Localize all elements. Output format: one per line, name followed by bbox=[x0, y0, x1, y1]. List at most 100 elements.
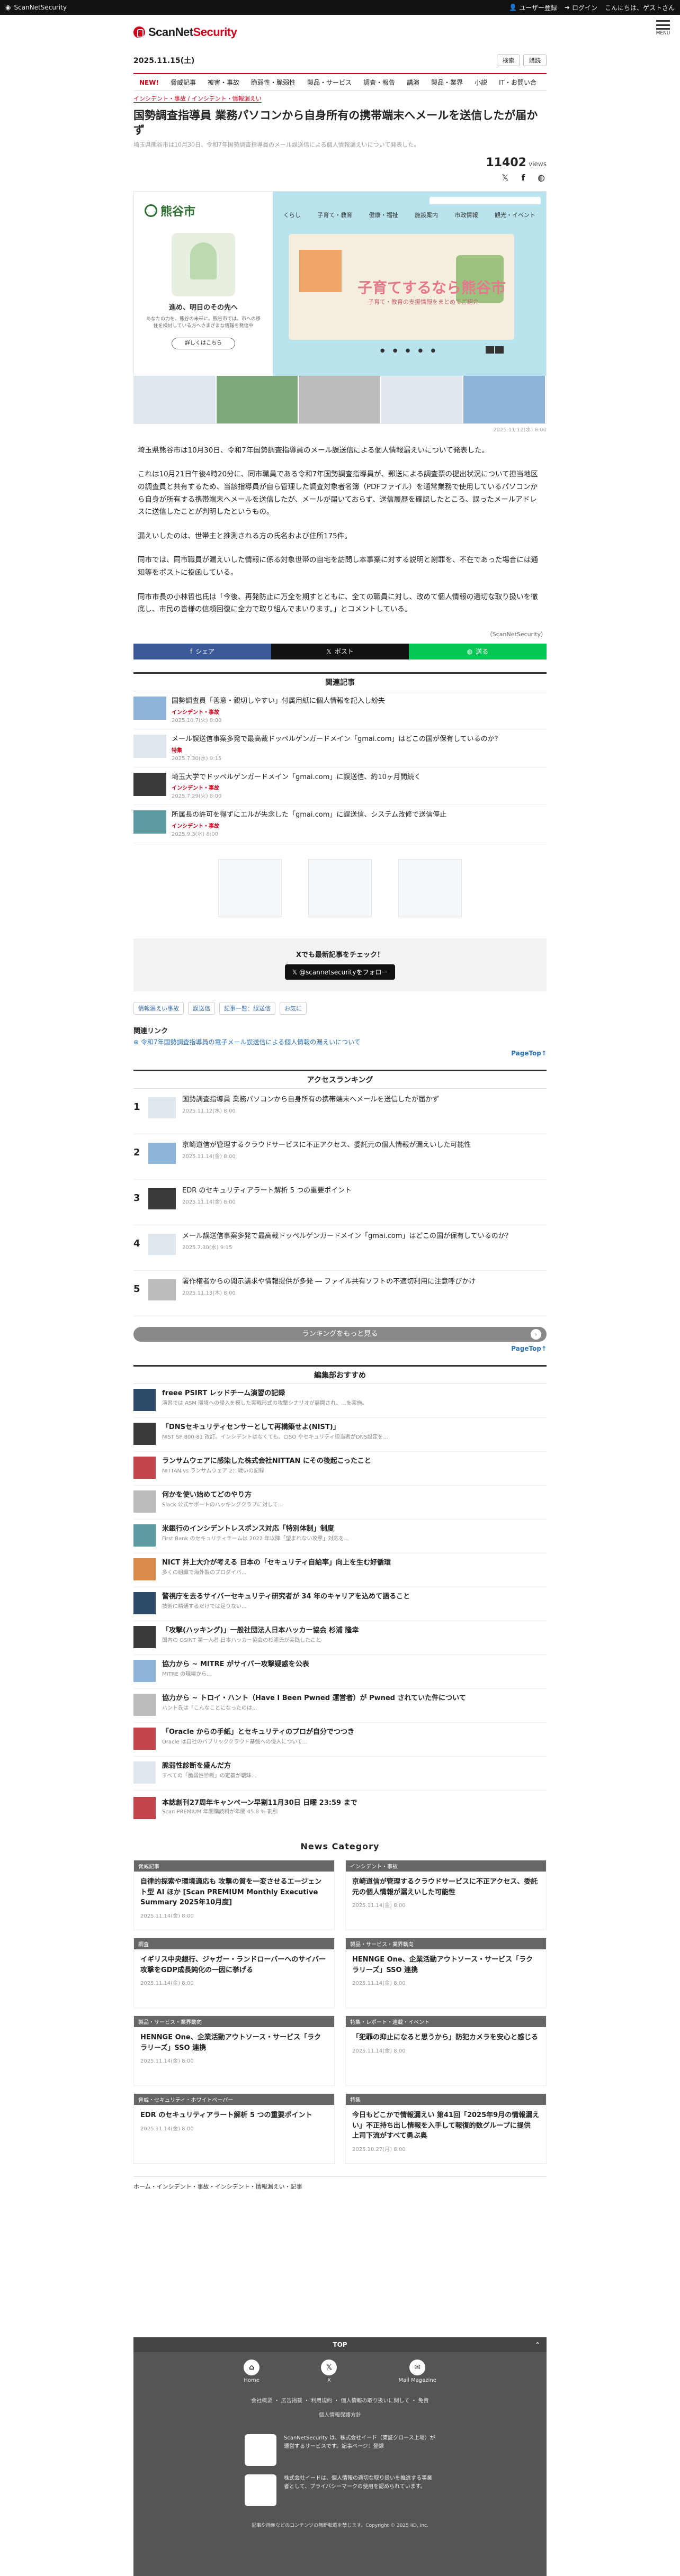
pagetop-link[interactable]: PageTop↑ bbox=[133, 1050, 547, 1057]
related-link[interactable]: ⊕ 令和7年国勢調査指導員の電子メール誤送信による個人情報の漏えいについて bbox=[133, 1037, 547, 1046]
editors-item[interactable]: 協力から ~ MITRE がサイバー攻撃疑惑を公表 MITRE の現場から... bbox=[133, 1655, 547, 1689]
x-follow-button[interactable]: 𝕏 @scannetsecurityをフォロー bbox=[284, 964, 396, 980]
x-post-button[interactable]: 𝕏 ポスト bbox=[271, 643, 409, 659]
editors-item[interactable]: 「DNSセキュリティセンサーとして再構築せよ(NIST)」 NIST SP 800… bbox=[133, 1418, 547, 1452]
editors-item[interactable]: 脆弱性診断を盛んだ方 すべての「脆弱性診断」の定義が曖昧... bbox=[133, 1757, 547, 1791]
next-icon[interactable] bbox=[495, 346, 504, 354]
tag-item[interactable]: 情報漏えい事故 bbox=[133, 1002, 184, 1015]
nav-item[interactable]: 調査・報告 bbox=[357, 78, 401, 87]
related-item[interactable]: メール誤送信事案多発で最高裁ドッペルゲンガードメイン「gmai.com」はどこの… bbox=[133, 729, 547, 767]
facebook-share-icon[interactable]: f bbox=[518, 173, 529, 183]
nav-item[interactable]: 小説 bbox=[469, 78, 493, 87]
tag-item[interactable]: 誤送信 bbox=[188, 1002, 215, 1015]
news-card[interactable]: 調査 イギリス中央銀行、ジャガー・ランドローバーへのサイバー攻撃をGDP成長鈍化の… bbox=[133, 1938, 335, 2009]
news-card[interactable]: 製品・サービス・業界動向 HENNGE One、企業活動アウトソース・サービス「ラ… bbox=[345, 1938, 547, 2009]
nav-item[interactable]: IT・お問い合 bbox=[493, 78, 542, 87]
ad-menu-item[interactable]: 市政情報 bbox=[455, 211, 478, 219]
footer-links-secondary[interactable]: 個人情報保護方針 bbox=[133, 2410, 547, 2418]
ranking-more-label: ランキングをもっと見る bbox=[302, 1330, 378, 1339]
register-link[interactable]: 👤 ユーザー登録 bbox=[509, 3, 557, 12]
search-button[interactable]: 検索 bbox=[497, 55, 520, 66]
facebook-share-button[interactable]: f シェア bbox=[133, 643, 271, 659]
editors-item[interactable]: 何かを使い始めてどのやり方 Slack 公式サポートのハッキングクラブに対して..… bbox=[133, 1486, 547, 1520]
nav-item[interactable]: 講演 bbox=[401, 78, 425, 87]
nav-item[interactable]: 脅威記事 bbox=[165, 78, 202, 87]
site-logo[interactable]: ScanNetSecurity bbox=[133, 25, 237, 39]
ad-carousel-dots[interactable]: ● ● ● ● ● bbox=[273, 348, 546, 354]
editors-item[interactable]: ランサムウェアに感染した株式会社NITTAN にその後起こったこと NITTAN … bbox=[133, 1452, 547, 1486]
footer-x-link[interactable]: 𝕏X bbox=[321, 2360, 337, 2383]
footer-links[interactable]: 会社概要 ・ 広告掲載 ・ 利用規約 ・ 個人情報の取り扱いに関して ・ 免責 bbox=[133, 2396, 547, 2404]
news-card[interactable]: 脅威・セキュリティ・ホワイトペーパー EDR のセキュリティアラート解析 5 つの… bbox=[133, 2093, 335, 2164]
bottom-breadcrumb[interactable]: ホーム・インシデント・事故・インシデント・情報漏えい・記事 bbox=[133, 2176, 547, 2191]
promo-item[interactable]: 本誌創刊27周年キャンペーン早割11月30日 日曜 23:59 まで Scan … bbox=[133, 1791, 547, 1825]
ad-more-button[interactable]: 詳しくはこちら bbox=[172, 337, 235, 349]
view-count-number: 11402 bbox=[486, 156, 526, 169]
news-card[interactable]: 製品・サービス・業界動向 HENNGE One、企業活動アウトソース・サービス「ラ… bbox=[133, 2015, 335, 2086]
news-card[interactable]: 特集 今日もどこかで情報漏えい 第41回「2025年9月の情報漏えい」不正持ち出し… bbox=[345, 2093, 547, 2164]
article-breadcrumb[interactable]: インシデント・事故 / インシデント・情報漏えい bbox=[133, 94, 547, 103]
ad-banner[interactable]: 熊谷市 進め、明日のその先へ あなたの力を、熊谷の未来に。熊谷市では、市への移住… bbox=[133, 191, 547, 424]
line-send-button[interactable]: ◍ 送る bbox=[409, 643, 547, 659]
editors-item[interactable]: 協力から ~ トロイ・ハント（Have I Been Pwned 運営者）が P… bbox=[133, 1689, 547, 1723]
nav-item[interactable]: 被害・事故 bbox=[202, 78, 245, 87]
news-card[interactable]: 脅威記事 自律的探索や環境適応も 攻撃の質を一変させるエージェント型 AI ほか … bbox=[133, 1860, 335, 1931]
tag-item[interactable]: お気に bbox=[280, 1002, 307, 1015]
nav-item[interactable]: 製品・業界 bbox=[425, 78, 469, 87]
editors-list: freee PSIRT レッドチーム演習の記録 演習では ASM 環境への侵入を模… bbox=[133, 1384, 547, 1791]
ranking-item[interactable]: 4 メール誤送信事案多発で最高裁ドッペルゲンガードメイン「gmai.com」はど… bbox=[133, 1225, 547, 1271]
nav-item[interactable]: 脆弱性・脆弱性 bbox=[245, 78, 301, 87]
editors-item[interactable]: 「攻撃(ハッキング)」一般社団法人日本ハッカー協会 杉浦 隆幸 国内の OSINT… bbox=[133, 1621, 547, 1656]
user-icon: 👤 bbox=[509, 4, 517, 11]
pagetop-link[interactable]: PageTop↑ bbox=[133, 1345, 547, 1352]
guest-name: ゲストさん bbox=[642, 4, 675, 12]
ranking-more-button[interactable]: ランキングをもっと見る › bbox=[133, 1327, 547, 1342]
line-share-icon[interactable]: ◍ bbox=[536, 173, 547, 183]
related-item[interactable]: 所属長の許可を得ずにエルが失念した「gmai.com」に誤送信、システム改修で送… bbox=[133, 805, 547, 844]
hamburger-icon bbox=[656, 20, 670, 30]
news-card[interactable]: 特集・レポート・連載・イベント 「犯罪の抑止になると思うから」防犯カメラを安心と感… bbox=[345, 2015, 547, 2086]
tag-item[interactable]: 記事一覧：誤送信 bbox=[219, 1002, 275, 1015]
related-item[interactable]: 埼玉大学でドッペルゲンガードメイン「gmai.com」に誤送信、約10ヶ月間続く… bbox=[133, 767, 547, 806]
document-thumbnail[interactable] bbox=[218, 859, 282, 918]
news-card-title: HENNGE One、企業活動アウトソース・サービス「ラクラリーズ」SSO 連携 bbox=[352, 1956, 533, 1974]
home-icon: ⌂ bbox=[244, 2360, 260, 2375]
news-card[interactable]: インシデント・事故 京崎道信が管理するクラウドサービスに不正アクセス、委託元の個人… bbox=[345, 1860, 547, 1931]
ad-menu-item[interactable]: 子育て・教育 bbox=[317, 211, 352, 219]
nav-new[interactable]: NEW! bbox=[133, 79, 165, 86]
tag-list: 情報漏えい事故 誤送信 記事一覧：誤送信 お気に bbox=[133, 1002, 547, 1015]
editors-item[interactable]: 警視庁を去るサイバーセキュリティ研究者が 34 年のキャリアを込めて語ること 技術… bbox=[133, 1587, 547, 1622]
x-share-icon[interactable]: 𝕏 bbox=[500, 173, 511, 183]
subscribe-button[interactable]: 購読 bbox=[523, 55, 547, 66]
mail-icon: ✉ bbox=[409, 2360, 426, 2375]
ranking-item[interactable]: 5 署作権者からの開示請求や情報提供が多発 ― ファイル共有ソフトの不適切利用に… bbox=[133, 1271, 547, 1317]
document-thumbnail[interactable] bbox=[398, 859, 462, 918]
editors-item[interactable]: NICT 井上大介が考える 日本の「セキュリティ自給率」向上を生む好循環 多くの組… bbox=[133, 1553, 547, 1588]
ad-menu-item[interactable]: 施設案内 bbox=[415, 211, 438, 219]
editors-item[interactable]: freee PSIRT レッドチーム演習の記録 演習では ASM 環境への侵入を模… bbox=[133, 1384, 547, 1418]
ad-menu-item[interactable]: 健康・福祉 bbox=[369, 211, 398, 219]
footer-top-button[interactable]: TOP ⌃ bbox=[133, 2337, 547, 2352]
ranking-thumbnail bbox=[148, 1279, 176, 1301]
ranking-item[interactable]: 3 EDR のセキュリティアラート解析 5 つの重要ポイント 2025.11.1… bbox=[133, 1180, 547, 1226]
menu-button[interactable]: MENU bbox=[652, 20, 674, 36]
ad-search-box[interactable] bbox=[430, 196, 541, 204]
document-thumbnail[interactable] bbox=[308, 859, 372, 918]
editors-item[interactable]: 米銀行のインシデントレスポンス対応「特別体制」制度 First Bank のセキュ… bbox=[133, 1520, 547, 1554]
x-icon: 𝕏 bbox=[321, 2360, 337, 2375]
top-bar-site[interactable]: ◉ ScanNetSecurity bbox=[5, 4, 67, 11]
login-link[interactable]: ➜ ログイン bbox=[565, 3, 597, 12]
arrow-up-icon: ↑ bbox=[541, 1050, 547, 1057]
ranking-item[interactable]: 1 国勢調査指導員 業務パソコンから自身所有の携帯端末へメールを送信したが届かず… bbox=[133, 1089, 547, 1135]
editors-title: 「Oracle からの手紙」とセキュリティのプロが自分でつつき bbox=[162, 1728, 354, 1737]
editors-item[interactable]: 「Oracle からの手紙」とセキュリティのプロが自分でつつき Oracle は自… bbox=[133, 1723, 547, 1757]
ad-menu-item[interactable]: 観光・イベント bbox=[495, 211, 535, 219]
editors-title: 脆弱性診断を盛んだ方 bbox=[162, 1762, 231, 1770]
related-item[interactable]: 国勢調査員「善意・親切しやすい」付属用紙に個人情報を記入し紛失 インシデント・事… bbox=[133, 691, 547, 729]
ranking-item[interactable]: 2 京崎道信が管理するクラウドサービスに不正アクセス、委託元の個人情報が漏えいし… bbox=[133, 1134, 547, 1180]
pause-icon[interactable] bbox=[486, 346, 494, 354]
footer-mail-link[interactable]: ✉ Mail Magazine bbox=[399, 2360, 436, 2383]
ad-menu-item[interactable]: くらし bbox=[283, 211, 301, 219]
nav-item[interactable]: 製品・サービス bbox=[301, 78, 357, 87]
footer-home-link[interactable]: ⌂ Home bbox=[244, 2360, 260, 2383]
